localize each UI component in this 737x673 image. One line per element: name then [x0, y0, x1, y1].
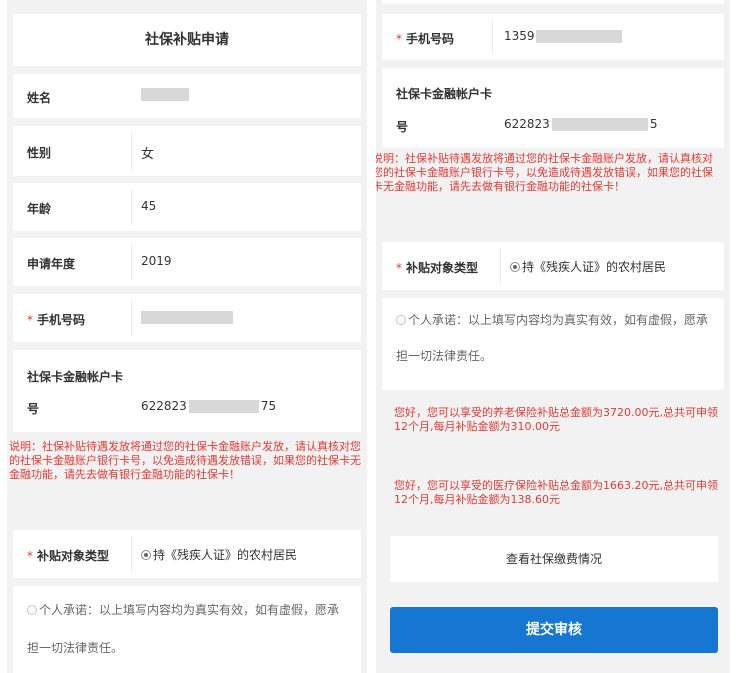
year-label: 申请年度 — [27, 257, 76, 271]
phone-input[interactable]: 1359 — [504, 29, 622, 43]
subsidy-label-text: 补贴对象类型 — [37, 549, 110, 563]
subsidy-option[interactable]: 持《残疾人证》的农村居民 — [510, 258, 666, 275]
age-value: 45 — [141, 199, 157, 213]
name-row: 姓名 — [13, 74, 361, 118]
required-marker: * — [396, 32, 402, 46]
account-suffix: 5 — [649, 117, 658, 131]
promise-text-1: 个人承诺：以上填写内容均为真实有效，如有虚假，愿承 — [408, 313, 709, 327]
account-prefix: 622823 — [504, 117, 550, 131]
account-suffix: 75 — [260, 399, 277, 413]
promise-line2: 担一切法律责任。 — [27, 641, 124, 655]
phone-label: * 手机号码 — [396, 30, 454, 47]
subsidy-label-text: 补贴对象类型 — [406, 261, 479, 275]
account-label-line1: 社保卡金融帐户卡 — [396, 87, 493, 101]
promise-text-1: 个人承诺：以上填写内容均为真实有效，如有虚假，愿承 — [39, 603, 340, 617]
subsidy-type-row[interactable]: * 补贴对象类型 持《残疾人证》的农村居民 — [382, 242, 724, 290]
account-notice: 说明：社保补贴待遇发放将通过您的社保卡金融账户发放，请认真核对您的社保卡金融账户… — [376, 152, 713, 193]
phone-row[interactable]: * 手机号码 — [13, 294, 361, 342]
account-value[interactable]: 622823 5 — [504, 117, 657, 131]
year-value: 2019 — [141, 254, 172, 268]
phone-prefix: 1359 — [504, 29, 535, 43]
account-row[interactable]: 社保卡金融帐户卡 号 622823 75 — [13, 350, 361, 432]
pension-subsidy-message: 您好，您可以享受的养老保险补贴总金额为3720.00元,总共可申领12个月,每月… — [394, 406, 718, 433]
name-value-masked — [141, 87, 189, 101]
right-form-panel: * 手机号码 1359 社保卡金融帐户卡 号 622823 5 说明：社保补贴待遇发… — [376, 0, 730, 673]
gender-row: 性别 女 — [13, 126, 361, 176]
submit-review-button[interactable]: 提交审核 — [390, 607, 718, 653]
subsidy-label: * 补贴对象类型 — [396, 259, 478, 276]
account-label-line2: 号 — [396, 120, 409, 134]
radio-checked-icon[interactable] — [141, 550, 151, 560]
subsidy-option-text: 持《残疾人证》的农村居民 — [153, 548, 298, 562]
name-label: 姓名 — [27, 91, 52, 105]
subsidy-option-text: 持《残疾人证》的农村居民 — [522, 260, 667, 274]
account-notice: 说明：社保补贴待遇发放将通过您的社保卡金融账户发放，请认真核对您的社保卡金融账户… — [9, 440, 361, 481]
phone-label-text: 手机号码 — [37, 313, 86, 327]
top-cut-card — [382, 0, 724, 4]
promise-card[interactable]: 个人承诺：以上填写内容均为真实有效，如有虚假，愿承 担一切法律责任。 — [382, 298, 724, 390]
year-row: 申请年度 2019 — [13, 238, 361, 286]
gender-value: 女 — [141, 147, 155, 162]
left-form-panel: 社保补贴申请 姓名 性别 女 年龄 45 申请年度 2019 * 手机号码 社保卡… — [7, 0, 367, 673]
account-value[interactable]: 622823 75 — [141, 399, 276, 413]
phone-input-masked[interactable] — [141, 310, 233, 324]
required-marker: * — [396, 261, 402, 275]
view-payment-button[interactable]: 查看社保缴费情况 — [390, 536, 718, 582]
age-label: 年龄 — [27, 202, 52, 216]
phone-label-text: 手机号码 — [406, 32, 455, 46]
radio-checked-icon[interactable] — [510, 262, 520, 272]
required-marker: * — [27, 549, 33, 563]
account-prefix: 622823 — [141, 399, 187, 413]
medical-subsidy-message: 您好，您可以享受的医疗保险补贴总金额为1663.20元,总共可申领12个月,每月… — [394, 479, 718, 506]
radio-unchecked-icon[interactable] — [396, 315, 406, 325]
promise-card[interactable]: 个人承诺：以上填写内容均为真实有效，如有虚假，愿承 担一切法律责任。 — [13, 586, 361, 673]
subsidy-option[interactable]: 持《残疾人证》的农村居民 — [141, 546, 297, 563]
required-marker: * — [27, 313, 33, 327]
account-label-line2: 号 — [27, 402, 40, 416]
promise-line2: 担一切法律责任。 — [396, 349, 493, 363]
form-title-card: 社保补贴申请 — [13, 14, 361, 66]
subsidy-type-row[interactable]: * 补贴对象类型 持《残疾人证》的农村居民 — [13, 530, 361, 578]
account-row[interactable]: 社保卡金融帐户卡 号 622823 5 — [382, 68, 724, 148]
phone-label: * 手机号码 — [27, 311, 85, 328]
phone-row[interactable]: * 手机号码 1359 — [382, 14, 724, 60]
subsidy-label: * 补贴对象类型 — [27, 547, 109, 564]
gender-label: 性别 — [27, 146, 52, 160]
radio-unchecked-icon[interactable] — [27, 605, 37, 615]
page-title: 社保补贴申请 — [145, 32, 229, 48]
age-row: 年龄 45 — [13, 183, 361, 231]
account-label-line1: 社保卡金融帐户卡 — [27, 370, 124, 384]
